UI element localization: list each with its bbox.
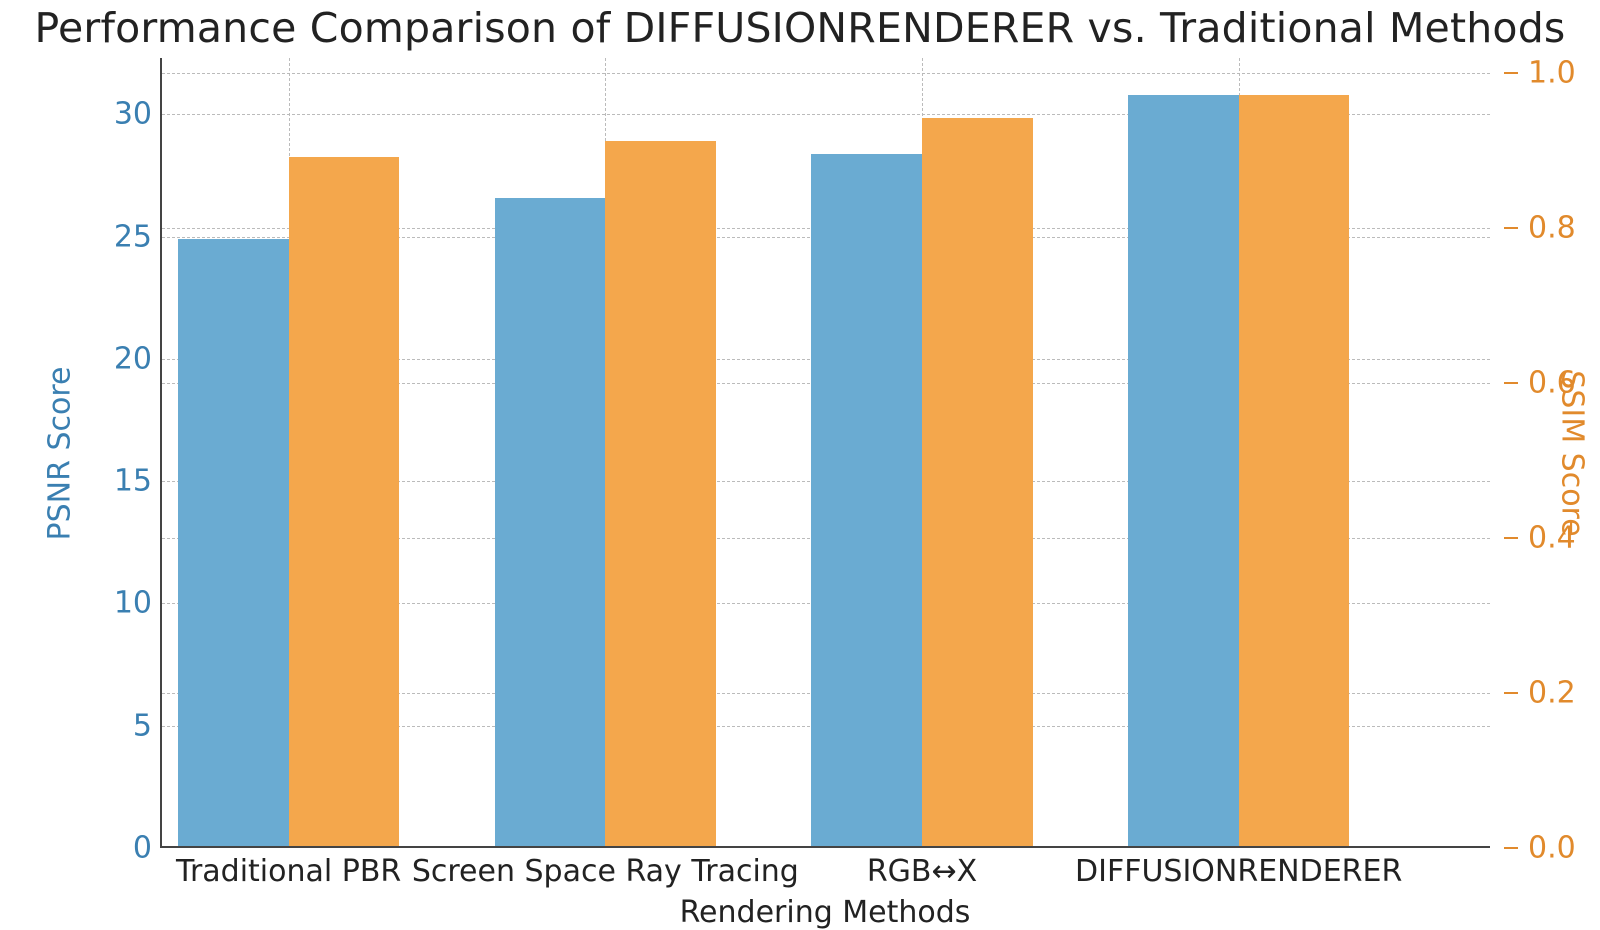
psnr-bar	[811, 154, 922, 846]
y-right-tick-mark	[1504, 692, 1518, 694]
y-left-tick-label: 15	[102, 464, 152, 499]
psnr-bar	[178, 239, 289, 846]
x-tick-label: RGB↔X	[867, 854, 977, 889]
y-left-tick-label: 25	[102, 219, 152, 254]
ssim-bar	[922, 118, 1033, 846]
chart-container: Performance Comparison of DIFFUSIONRENDE…	[0, 0, 1600, 930]
y-right-tick-mark	[1504, 382, 1518, 384]
chart-title: Performance Comparison of DIFFUSIONRENDE…	[0, 4, 1600, 52]
psnr-bar	[1128, 95, 1239, 846]
x-tick-label: Screen Space Ray Tracing	[412, 854, 799, 889]
x-tick-label: Traditional PBR	[176, 854, 401, 889]
y-right-tick-mark	[1504, 227, 1518, 229]
ssim-bar	[1239, 95, 1350, 846]
grid-line	[162, 73, 1490, 74]
plot-area: 0510152025300.00.20.40.60.81.0Traditiona…	[160, 58, 1490, 848]
x-tick-label: DIFFUSIONRENDERER	[1075, 854, 1402, 889]
ssim-bar	[289, 157, 400, 846]
y-left-tick-label: 30	[102, 97, 152, 132]
y-left-tick-label: 5	[102, 708, 152, 743]
psnr-bar	[495, 198, 606, 846]
y-right-tick-mark	[1504, 72, 1518, 74]
y-left-tick-label: 0	[102, 831, 152, 866]
y-right-tick-mark	[1504, 847, 1518, 849]
y-axis-right-label: SSIM Score	[1552, 58, 1592, 848]
ssim-bar	[605, 141, 716, 846]
y-axis-left-label: PSNR Score	[40, 58, 80, 848]
x-axis-label: Rendering Methods	[160, 895, 1490, 930]
y-right-tick-mark	[1504, 537, 1518, 539]
y-left-tick-label: 20	[102, 341, 152, 376]
y-left-tick-label: 10	[102, 586, 152, 621]
